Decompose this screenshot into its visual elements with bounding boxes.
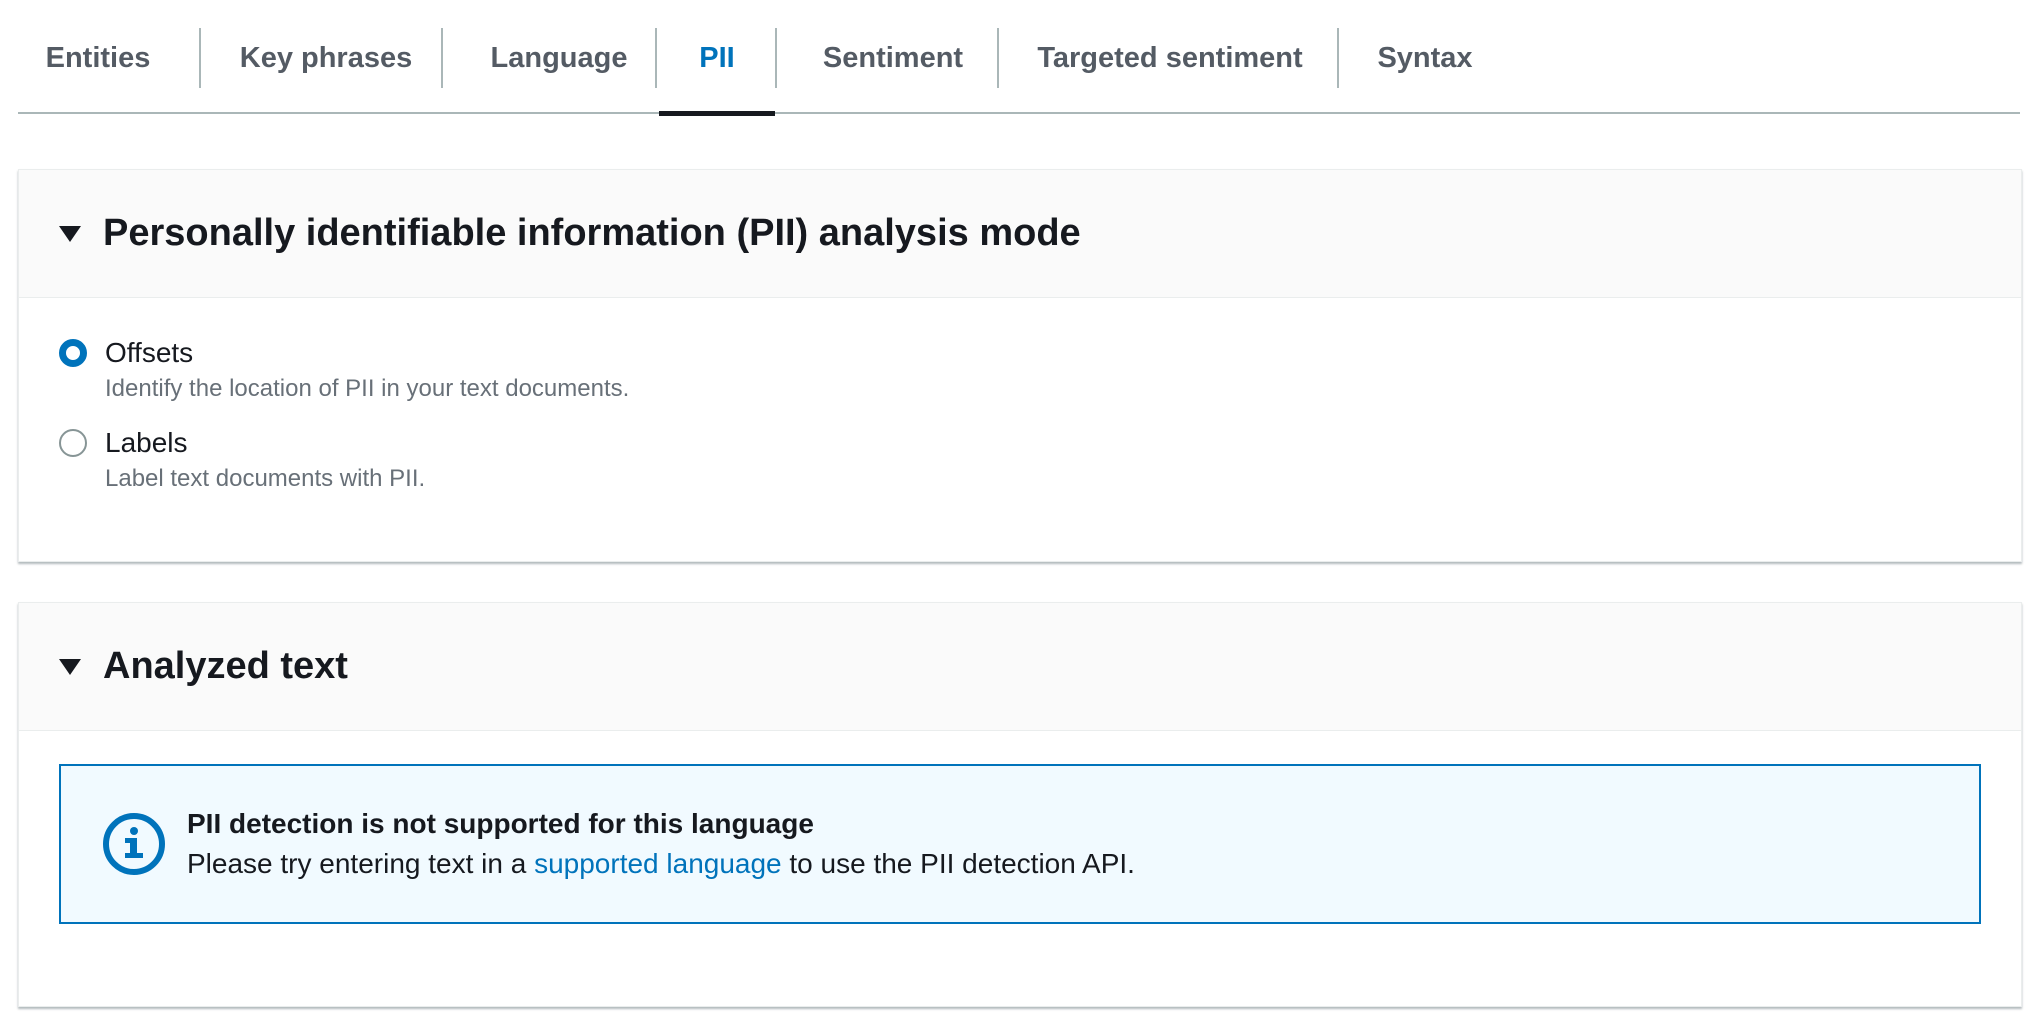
tab-divider	[199, 28, 201, 88]
tab-divider	[441, 28, 443, 88]
radio-text: Offsets Identify the location of PII in …	[105, 336, 629, 408]
tab-divider	[1337, 28, 1339, 88]
alert-body-text: Please try entering text in a	[187, 848, 535, 879]
tab-bar: Entities Key phrases Language PII Sentim…	[18, 0, 2020, 116]
radio-button-checked-icon[interactable]	[59, 339, 87, 367]
tab-label: Key phrases	[239, 42, 413, 74]
info-alert: PII detection is not supported for this …	[59, 764, 1981, 924]
tab-pii[interactable]: PII	[659, 28, 775, 116]
caret-down-icon	[59, 658, 81, 675]
pii-analysis-mode-panel: Personally identifiable information (PII…	[18, 169, 2022, 562]
tab-targeted-sentiment[interactable]: Targeted sentiment	[1020, 28, 1320, 114]
alert-title: PII detection is not supported for this …	[187, 808, 814, 839]
supported-language-link[interactable]: supported language	[534, 848, 782, 879]
tab-label: Sentiment	[822, 42, 964, 74]
tab-divider	[997, 28, 999, 88]
tab-key-phrases[interactable]: Key phrases	[228, 28, 424, 114]
radio-description: Identify the location of PII in your tex…	[105, 375, 630, 402]
tab-divider	[655, 28, 657, 88]
info-icon	[103, 813, 165, 875]
analyzed-panel-header[interactable]: Analyzed text	[19, 603, 2021, 731]
analyzed-text-panel: Analyzed text PII detection is not suppo…	[18, 602, 2022, 1007]
tab-syntax[interactable]: Syntax	[1360, 28, 1490, 114]
panel-title: Analyzed text	[103, 645, 348, 687]
tab-language[interactable]: Language	[466, 28, 652, 114]
pii-mode-panel-header[interactable]: Personally identifiable information (PII…	[19, 170, 2021, 298]
alert-body: Please try entering text in a supported …	[187, 844, 1135, 884]
caret-down-icon	[59, 225, 81, 242]
panel-title: Personally identifiable information (PII…	[103, 212, 1081, 254]
tab-entities[interactable]: Entities	[38, 28, 158, 114]
radio-description: Label text documents with PII.	[105, 465, 426, 492]
radio-option-offsets[interactable]: Offsets Identify the location of PII in …	[59, 336, 629, 408]
alert-content: PII detection is not supported for this …	[187, 804, 1135, 884]
tab-label: Entities	[45, 42, 151, 74]
radio-label: Labels	[105, 427, 188, 458]
radio-text: Labels Label text documents with PII.	[105, 426, 425, 498]
radio-option-labels[interactable]: Labels Label text documents with PII.	[59, 426, 425, 498]
tab-label: Syntax	[1377, 42, 1473, 74]
tab-sentiment[interactable]: Sentiment	[798, 28, 988, 114]
radio-button-unchecked-icon[interactable]	[59, 429, 87, 457]
tab-divider	[775, 28, 777, 88]
radio-label: Offsets	[105, 337, 194, 368]
tab-label: Targeted sentiment	[1037, 42, 1303, 74]
tab-label: PII	[699, 42, 735, 74]
tab-label: Language	[490, 42, 628, 74]
alert-body-text: to use the PII detection API.	[781, 848, 1135, 879]
